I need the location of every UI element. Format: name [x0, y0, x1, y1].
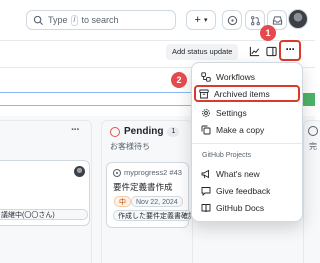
archive-icon	[199, 89, 209, 99]
card-note-chip: 議継中(〇〇さん)	[0, 209, 88, 220]
kebab-horizontal-icon: ···	[285, 41, 296, 56]
search-icon	[33, 15, 44, 25]
project-more-options-button[interactable]: ···	[279, 40, 301, 61]
plus-icon: +	[194, 14, 201, 26]
menu-group-title: GitHub Projects	[202, 152, 252, 159]
date-chip: Nov 22, 2024	[131, 196, 183, 207]
issues-icon	[227, 15, 237, 25]
pull-request-icon	[250, 15, 260, 25]
annotation-badge-2: 2	[171, 72, 187, 88]
graph-icon	[249, 46, 259, 56]
search-prefix: Type	[48, 15, 68, 25]
workflow-icon	[201, 71, 211, 82]
add-status-update-button[interactable]: Add status update	[166, 44, 239, 60]
search-suffix: to search	[81, 15, 119, 25]
menu-item-workflows[interactable]: Workflows	[198, 68, 298, 85]
insights-button[interactable]	[245, 42, 263, 60]
menu-item-label: Give feedback	[216, 185, 271, 196]
menu-item-label: GitHub Docs	[216, 202, 265, 213]
menu-item-label: What's new	[216, 168, 260, 179]
annotation-badge-1: 1	[260, 25, 276, 41]
priority-chip: 中	[114, 196, 131, 207]
assignee-avatar	[74, 166, 85, 177]
copilot-button[interactable]	[222, 10, 242, 30]
column-header-pending: Pending 1	[110, 126, 180, 137]
side-panel-button[interactable]	[262, 42, 280, 60]
menu-item-label: Settings	[216, 107, 247, 118]
card-title[interactable]: 要件定義書作成	[113, 181, 173, 193]
card-note-chip: 作成した要件定義書確認	[113, 210, 192, 221]
issue-open-icon	[113, 168, 121, 177]
project-options-menu: Workflows Archived items Settings Make a…	[191, 62, 303, 222]
menu-item-github-docs[interactable]: GitHub Docs	[198, 199, 298, 216]
gear-icon	[201, 108, 211, 118]
column-description-fragment: 完	[309, 142, 317, 151]
status-circle-icon	[308, 126, 318, 136]
user-avatar[interactable]	[288, 9, 308, 29]
card-repo-label: myprogress2 #43	[124, 168, 182, 177]
menu-item-make-a-copy[interactable]: Make a copy	[198, 121, 298, 138]
create-new-button[interactable]: + ▾	[186, 10, 216, 30]
chevron-down-icon: ▾	[203, 17, 208, 24]
status-circle-icon	[110, 126, 120, 137]
menu-item-label: Workflows	[216, 71, 256, 82]
column-title: Pending	[124, 126, 164, 137]
menu-item-whats-new[interactable]: What's new	[198, 165, 298, 182]
sidebar-icon	[265, 46, 277, 56]
menu-item-give-feedback[interactable]: Give feedback	[198, 182, 298, 199]
column-description: お客様待ち	[110, 142, 150, 151]
column-menu-icon[interactable]: ···	[71, 124, 80, 136]
menu-item-settings[interactable]: Settings	[198, 104, 298, 121]
card-repo-ref: myprogress2 #43	[113, 168, 182, 177]
save-view-button[interactable]	[301, 93, 315, 106]
copy-icon	[201, 125, 211, 135]
menu-item-label: Archived items	[214, 88, 270, 99]
filter-input[interactable]	[0, 92, 196, 106]
menu-divider	[192, 143, 302, 144]
search-shortcut-key: /	[70, 14, 79, 26]
item-count-badge: 1	[167, 126, 180, 137]
megaphone-icon	[201, 169, 211, 179]
search-input[interactable]: Type / to search	[26, 10, 176, 30]
menu-item-archived-items[interactable]: Archived items	[194, 85, 300, 102]
feedback-icon	[201, 186, 211, 196]
book-icon	[201, 203, 211, 213]
menu-item-label: Make a copy	[216, 124, 265, 135]
inbox-icon	[272, 15, 282, 25]
